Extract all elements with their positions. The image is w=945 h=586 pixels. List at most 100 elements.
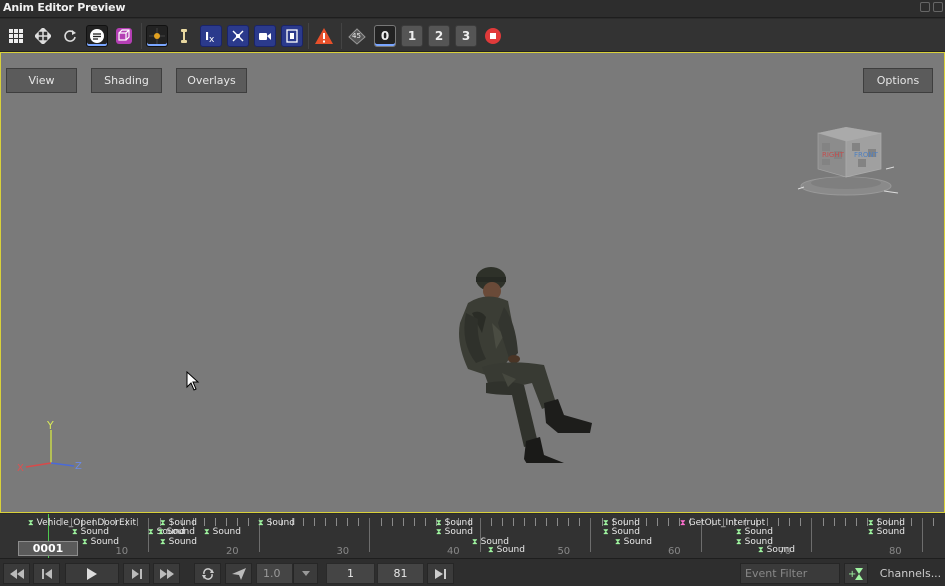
axis-gizmo: Y X Z <box>17 419 82 474</box>
mouse-cursor-icon <box>186 371 200 391</box>
timeline-event-marker[interactable]: ⧗ Sound <box>868 527 905 537</box>
svg-text:x: x <box>209 35 215 44</box>
film-button[interactable] <box>281 25 303 47</box>
event-marker-icon: ⧗ <box>28 518 34 527</box>
timeline-event-marker[interactable]: ⧗ Sound <box>736 527 773 537</box>
loop-button[interactable] <box>194 563 221 584</box>
event-label: Sound <box>496 545 525 555</box>
bone-button[interactable] <box>173 25 195 47</box>
angle-45-button[interactable]: 45 <box>346 25 368 47</box>
shading-menu-button[interactable]: Shading <box>91 68 162 93</box>
major-tick <box>590 518 592 552</box>
minor-tick <box>557 518 559 526</box>
playback-speed-field[interactable]: 1.0 <box>256 563 293 584</box>
view-menu-button[interactable]: View <box>6 68 77 93</box>
gizmo-y-label: Y <box>46 419 54 432</box>
jump-start-button[interactable] <box>3 563 30 584</box>
jump-to-end-marker-button[interactable] <box>427 563 454 584</box>
event-label: Sound <box>444 527 473 537</box>
timeline-event-marker[interactable]: ⧗ Sound <box>603 527 640 537</box>
next-frame-button[interactable] <box>123 563 150 584</box>
send-button[interactable] <box>225 563 252 584</box>
minor-tick <box>778 518 780 526</box>
timeline-frame-label: 50 <box>557 546 571 557</box>
cube-button[interactable] <box>113 25 135 47</box>
jump-end-button[interactable] <box>153 563 180 584</box>
event-marker-icon: ⧗ <box>160 518 166 527</box>
3d-viewport[interactable]: View Shading Overlays Options RIGHT FRON… <box>0 52 945 513</box>
timeline-event-marker[interactable]: ⧗ Sound <box>436 527 473 537</box>
timeline-frame-label: 10 <box>115 546 129 557</box>
cube-right-label: RIGHT <box>822 151 845 159</box>
axis-xy-button[interactable] <box>227 25 249 47</box>
minor-tick <box>789 518 791 526</box>
timeline-event-marker[interactable]: ⧗ Sound <box>204 527 241 537</box>
step-forward-icon <box>131 568 142 579</box>
record-button[interactable] <box>482 25 504 47</box>
grid-button[interactable] <box>5 25 27 47</box>
minor-tick <box>535 518 537 526</box>
timeline-event-marker[interactable]: ⧗ Sound <box>158 527 195 537</box>
timeline-event-marker[interactable]: ⧗ Sound <box>160 537 197 547</box>
gizmo-x-label: X <box>17 463 24 474</box>
chevron-down-icon <box>301 570 310 576</box>
speed-dropdown-button[interactable] <box>293 563 318 584</box>
event-marker-icon: ⧗ <box>148 527 154 536</box>
timeline[interactable]: 10 20 30 40 50 60 70 80 ⧗ Vehicle_OpenDoorExit ⧗ S… <box>0 514 945 558</box>
timeline-event-marker[interactable]: ⧗ Sound <box>258 518 295 528</box>
timeline-event-marker[interactable]: ⧗ Sound <box>72 527 109 537</box>
minor-tick <box>402 518 404 526</box>
rotate-button[interactable] <box>59 25 81 47</box>
window-controls <box>920 2 943 12</box>
overlays-menu-button[interactable]: Overlays <box>176 68 247 93</box>
minor-tick <box>800 518 802 526</box>
axis-x-button[interactable]: Ix <box>200 25 222 47</box>
channels-button[interactable]: Channels... <box>878 563 943 584</box>
camera-button[interactable] <box>254 25 276 47</box>
timeline-event-marker[interactable]: ⧗ Sound <box>82 537 119 547</box>
close-window-icon[interactable] <box>933 2 943 12</box>
minor-tick <box>833 518 835 526</box>
level-0-button[interactable]: 0 <box>374 25 396 47</box>
view-cube[interactable]: RIGHT FRONT <box>786 121 906 201</box>
start-frame-field[interactable]: 1 <box>326 563 375 584</box>
timeline-event-marker[interactable]: ⧗ Sound <box>488 545 525 555</box>
event-label: Sound <box>80 527 109 537</box>
event-filter-input[interactable]: Event Filter <box>740 563 840 584</box>
toolbar-separator <box>341 23 342 49</box>
minor-tick <box>513 518 515 526</box>
float-window-icon[interactable] <box>920 2 930 12</box>
level-2-button[interactable]: 2 <box>428 25 450 47</box>
minor-tick <box>568 518 570 526</box>
previous-frame-button[interactable] <box>33 563 60 584</box>
event-marker-icon: ⧗ <box>680 518 686 527</box>
options-menu-button[interactable]: Options <box>863 68 933 93</box>
timeline-event-marker[interactable]: ⧗ Sound <box>758 545 795 555</box>
play-button[interactable] <box>65 563 119 584</box>
end-frame-field[interactable]: 81 <box>377 563 424 584</box>
title-bar: Anim Editor Preview <box>0 0 945 18</box>
minor-tick <box>336 518 338 526</box>
minor-tick <box>203 518 205 526</box>
add-event-button[interactable]: + <box>844 563 868 584</box>
level-3-button[interactable]: 3 <box>455 25 477 47</box>
timeline-event-marker[interactable]: ⧗ Sound <box>615 537 652 547</box>
level-1-button[interactable]: 1 <box>401 25 423 47</box>
minor-tick <box>822 518 824 526</box>
current-frame-field[interactable]: 0001 <box>18 541 78 556</box>
minor-tick <box>347 518 349 526</box>
minor-tick <box>667 518 669 526</box>
pivot-icon <box>149 28 165 44</box>
warning-button[interactable] <box>313 25 335 47</box>
record-icon <box>485 28 501 44</box>
timeline-event-marker[interactable]: ⧗ GetOut_Interrupt <box>680 518 765 528</box>
event-marker-icon: ⧗ <box>736 537 742 546</box>
move-button[interactable] <box>32 25 54 47</box>
timeline-frame-label: 30 <box>336 546 350 557</box>
play-icon <box>87 567 97 580</box>
lines-button[interactable] <box>86 25 108 47</box>
event-label: Sound <box>611 527 640 537</box>
event-marker-icon: ⧗ <box>603 527 609 536</box>
pivot-button[interactable] <box>146 25 168 47</box>
paper-plane-icon <box>231 567 246 580</box>
